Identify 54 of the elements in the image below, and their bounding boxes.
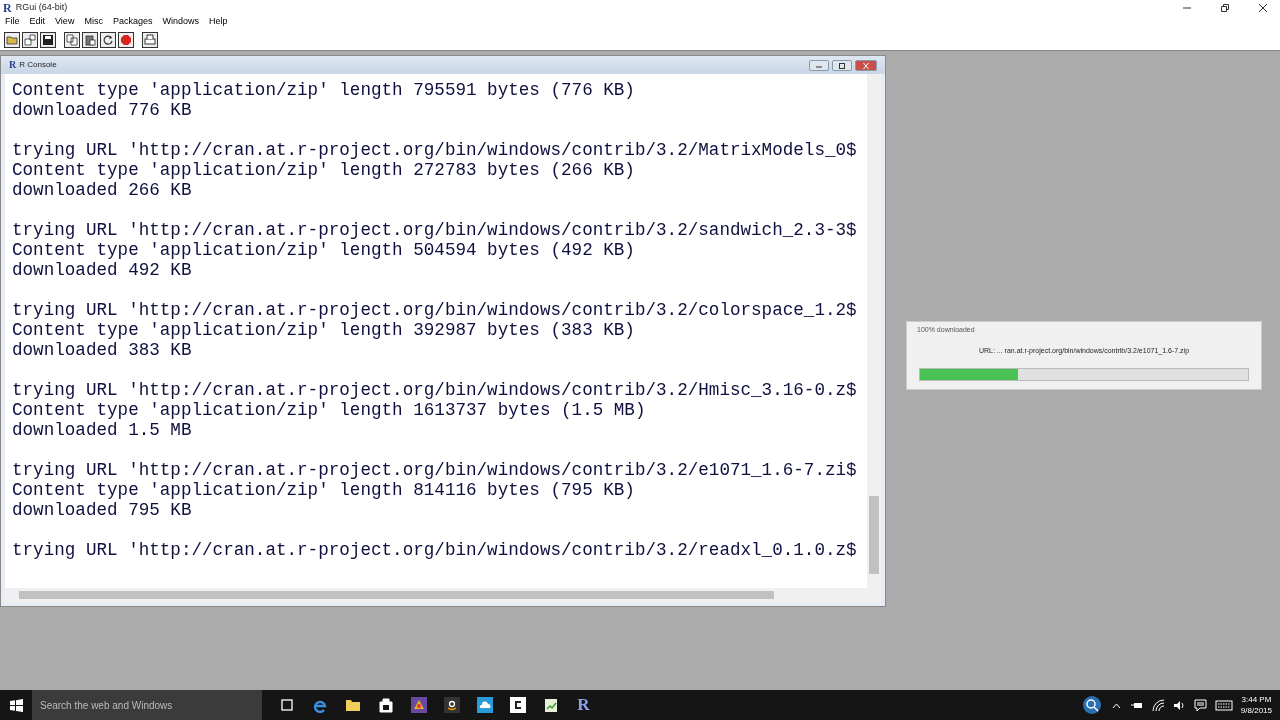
menu-item[interactable]: File bbox=[5, 15, 20, 29]
console-line: Content type 'application/zip' length 814116 bytes (795 KB) bbox=[12, 480, 635, 500]
console-line: Content type 'application/zip' length 392987 bytes (383 KB) bbox=[12, 320, 635, 340]
console-line: downloaded 795 KB bbox=[12, 500, 192, 520]
magnifier-icon[interactable] bbox=[1081, 695, 1102, 715]
refresh-button[interactable] bbox=[100, 31, 116, 48]
menu-item[interactable]: Edit bbox=[29, 15, 46, 29]
copy-button[interactable] bbox=[64, 31, 80, 48]
console-line: Content type 'application/zip' length 504594 bytes (492 KB) bbox=[12, 240, 635, 260]
paste-button[interactable] bbox=[82, 31, 98, 48]
r-logo: R bbox=[9, 60, 17, 70]
horizontal-scrollbar[interactable] bbox=[5, 588, 881, 602]
scrollbar-thumb[interactable] bbox=[869, 496, 879, 574]
console-line: Content type 'application/zip' length 272783 bytes (266 KB) bbox=[12, 160, 635, 180]
window-title: RGui (64-bit) bbox=[15, 0, 68, 14]
console-line: trying URL 'http://cran.at.r-project.org/bin/windows/contrib/3.2/MatrixModels_0$ bbox=[12, 140, 857, 160]
console-line: downloaded 1.5 MB bbox=[12, 420, 192, 440]
clock[interactable]: 3:44 PM 9/8/2015 bbox=[1240, 694, 1272, 716]
console-line: trying URL 'http://cran.at.r-project.org/bin/windows/contrib/3.2/colorspace_1.2$ bbox=[12, 300, 857, 320]
open-folder-button[interactable] bbox=[4, 31, 20, 48]
r-logo: R bbox=[3, 1, 12, 14]
console-line: trying URL 'http://cran.at.r-project.org/bin/windows/contrib/3.2/e1071_1.6-7.zi$ bbox=[12, 460, 857, 480]
console-line: downloaded 492 KB bbox=[12, 260, 192, 280]
stop-button[interactable] bbox=[118, 31, 134, 48]
wifi-icon[interactable] bbox=[1151, 698, 1165, 712]
menu-item[interactable]: View bbox=[55, 15, 75, 29]
notification-icon[interactable] bbox=[1193, 698, 1207, 712]
close-icon bbox=[1259, 4, 1267, 13]
restore-icon bbox=[1221, 4, 1229, 13]
scrollbar-thumb[interactable] bbox=[19, 591, 774, 599]
load-workspace-button[interactable] bbox=[22, 31, 38, 48]
close-icon bbox=[862, 62, 870, 69]
console-line: downloaded 776 KB bbox=[12, 100, 192, 120]
console-line: Content type 'application/zip' length 1613737 bytes (1.5 MB) bbox=[12, 400, 646, 420]
windows-logo-icon bbox=[9, 698, 23, 712]
menu-item[interactable]: Help bbox=[208, 15, 228, 29]
menu-item[interactable]: Misc bbox=[84, 15, 103, 29]
console-line: Content type 'application/zip' length 795591 bytes (776 KB) bbox=[12, 80, 635, 100]
console-line: downloaded 383 KB bbox=[12, 340, 192, 360]
console-line: trying URL 'http://cran.at.r-project.org/bin/windows/contrib/3.2/readxl_0.1.0.z$ bbox=[12, 540, 857, 560]
print-button[interactable] bbox=[142, 31, 158, 48]
maximize-button[interactable] bbox=[832, 59, 852, 71]
menu-item[interactable]: Windows bbox=[162, 15, 199, 29]
search-field[interactable]: Search the web and Windows bbox=[32, 690, 262, 720]
console-line: downloaded 266 KB bbox=[12, 180, 192, 200]
console-line: trying URL 'http://cran.at.r-project.org/bin/windows/contrib/3.2/Hmisc_3.16-0.z$ bbox=[12, 380, 857, 400]
vertical-scrollbar[interactable] bbox=[867, 74, 881, 588]
console-line: trying URL 'http://cran.at.r-project.org/bin/windows/contrib/3.2/sandwich_2.3-3$ bbox=[12, 220, 857, 240]
menu-item[interactable]: Packages bbox=[112, 15, 153, 29]
maximize-icon bbox=[838, 62, 846, 69]
save-button[interactable] bbox=[40, 31, 56, 48]
keyboard-icon[interactable] bbox=[1214, 698, 1233, 712]
r-app-button[interactable]: R bbox=[567, 690, 600, 720]
console-title: R Console bbox=[19, 59, 57, 71]
